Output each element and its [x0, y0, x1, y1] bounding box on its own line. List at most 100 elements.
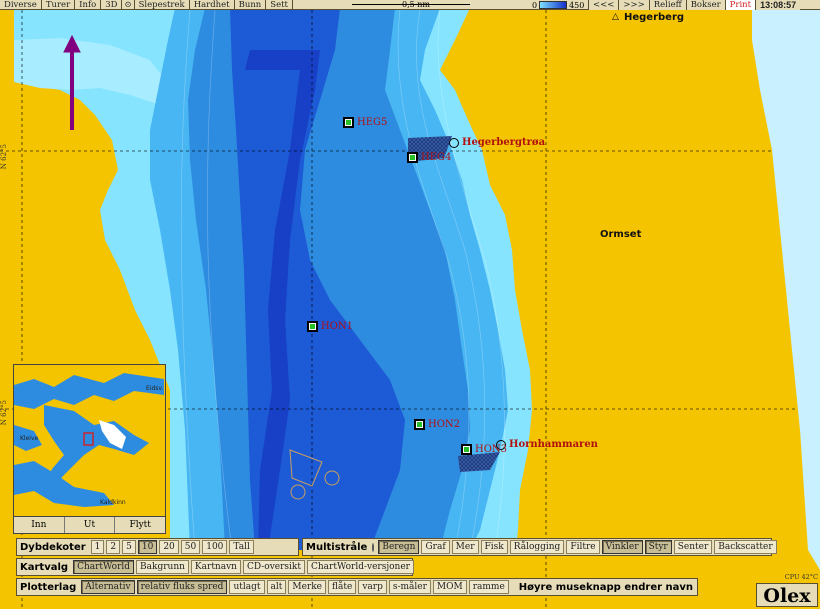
multi-fisk-button[interactable]: Fisk — [480, 540, 508, 554]
menu-3d[interactable]: 3D — [101, 0, 123, 10]
cpu-temp: CPU 42°C — [784, 573, 818, 581]
multi-beregn-button[interactable]: Beregn — [378, 540, 420, 554]
dybde-option-tall[interactable]: Tall — [229, 540, 254, 554]
dybdekoter-title: Dybdekoter — [20, 541, 86, 553]
anchor-ring-icon — [449, 137, 459, 148]
menu-hardhet[interactable]: Hardhet — [190, 0, 235, 10]
plot-flaate-button[interactable]: flåte — [328, 580, 357, 594]
menu-diverse[interactable]: Diverse — [0, 0, 42, 10]
panel-plotterlag: Plotterlag Alternativ relativ fluks spre… — [16, 578, 698, 596]
kart-chartworld-versjoner-button[interactable]: ChartWorld-versjoner — [307, 560, 414, 574]
multistraale-status-icon — [372, 542, 375, 552]
kart-bakgrunn-button[interactable]: Bakgrunn — [136, 560, 189, 574]
top-right-toolbar: <<< >>> Relieff Bokser Print 13:08:57 — [588, 0, 801, 10]
multi-vinkler-button[interactable]: Vinkler — [601, 540, 643, 554]
poi-label: Hegerbergtrøa — [462, 137, 546, 148]
station-label: HON2 — [428, 419, 461, 430]
dybde-option-2[interactable]: 2 — [106, 540, 121, 554]
lat-label-lower: N 62°5 — [0, 400, 8, 426]
nav-forward-button[interactable]: >>> — [619, 0, 650, 10]
station-heg5[interactable]: HEG5 — [343, 117, 387, 128]
nav-back-button[interactable]: <<< — [588, 0, 620, 10]
station-label: HEG4 — [421, 152, 452, 163]
panel-kartvalg: Kartvalg ChartWorld Bakgrunn Kartnavn CD… — [16, 558, 414, 576]
clock: 13:08:57 — [760, 0, 797, 10]
panel-dybdekoter: Dybdekoter 1 2 5 10 20 50 100 Tall — [16, 538, 299, 556]
plotterlag-title: Plotterlag — [20, 581, 77, 593]
kart-kartnavn-button[interactable]: Kartnavn — [190, 560, 241, 574]
multi-mer-button[interactable]: Mer — [451, 540, 479, 554]
multistraale-title: Multistråle — [306, 541, 368, 553]
multi-styr-button[interactable]: Styr — [644, 540, 672, 554]
station-hon1[interactable]: HON1 — [307, 321, 353, 332]
multi-filtre-button[interactable]: Filtre — [566, 540, 600, 554]
plot-utlagt-button[interactable]: utlagt — [229, 580, 265, 594]
inset-controls: Inn Ut Flytt — [14, 516, 165, 533]
plot-relativ-fluks-button[interactable]: relativ fluks spred — [136, 580, 228, 594]
place-ormset: Ormset — [600, 229, 642, 240]
menu-bunn[interactable]: Bunn — [235, 0, 267, 10]
move-button[interactable]: Flytt — [115, 517, 165, 533]
station-hon2[interactable]: HON2 — [414, 419, 460, 430]
menu-turer[interactable]: Turer — [42, 0, 76, 10]
plot-ramme-button[interactable]: ramme — [468, 580, 509, 594]
multi-raalogging-button[interactable]: Rålogging — [509, 540, 565, 554]
bokser-button[interactable]: Bokser — [687, 0, 726, 10]
station-hon3[interactable]: HON3 — [461, 444, 507, 455]
dybde-option-20[interactable]: 20 — [159, 540, 179, 554]
inset-label-west: Kleive — [20, 435, 39, 442]
plot-varp-button[interactable]: varp — [358, 580, 387, 594]
multi-backscatter-button[interactable]: Backscatter — [714, 540, 777, 554]
depth-max: 450 — [569, 0, 585, 10]
zoom-out-button[interactable]: Ut — [65, 517, 116, 533]
dybde-option-1[interactable]: 1 — [90, 540, 105, 554]
station-label: HEG5 — [357, 117, 388, 128]
menu-info[interactable]: Info — [75, 0, 102, 10]
station-marker-icon — [307, 321, 318, 332]
triangle-icon: △ — [612, 12, 619, 22]
scale-label: 0,5 nm — [402, 0, 431, 9]
plot-alt-button[interactable]: alt — [266, 580, 287, 594]
target-icon[interactable]: ⊙ — [122, 0, 135, 10]
print-button[interactable]: Print — [725, 0, 757, 10]
inset-label-south: Kaldkinn — [100, 499, 126, 506]
depth-gradient — [539, 1, 568, 9]
zoom-in-button[interactable]: Inn — [14, 517, 65, 533]
plot-mom-button[interactable]: MOM — [432, 580, 467, 594]
relieff-button[interactable]: Relieff — [650, 0, 687, 10]
station-marker-icon — [414, 419, 425, 430]
multi-senter-button[interactable]: Senter — [673, 540, 713, 554]
kartvalg-title: Kartvalg — [20, 561, 69, 573]
kart-chartworld-button[interactable]: ChartWorld — [73, 560, 135, 574]
olex-logo: Olex — [756, 583, 818, 607]
dybde-option-50[interactable]: 50 — [180, 540, 201, 554]
plot-alternativ-button[interactable]: Alternativ — [81, 580, 135, 594]
rename-hint: Høyre museknapp endrer navn — [518, 581, 694, 593]
dybde-option-5[interactable]: 5 — [122, 540, 136, 554]
poi-hornhammaren[interactable]: Hornhammaren — [496, 439, 598, 450]
station-label: HON3 — [475, 444, 508, 455]
place-hegerberg: Hegerberg — [624, 12, 685, 23]
depth-min: 0 — [532, 0, 538, 10]
dybde-option-100[interactable]: 100 — [202, 540, 228, 554]
station-marker-icon — [461, 444, 472, 455]
inset-label-east: Eidsv. — [146, 385, 164, 392]
panel-multistraale: Multistråle Beregn Graf Mer Fisk Råloggi… — [302, 538, 777, 556]
station-label: HON1 — [321, 321, 354, 332]
poi-hegerbergtroa[interactable]: Hegerbergtrøa — [449, 137, 545, 148]
station-heg4[interactable]: HEG4 — [407, 152, 451, 163]
scale-bar: 0,5 nm — [352, 0, 470, 10]
menu-sett[interactable]: Sett — [266, 0, 293, 10]
dybde-option-10[interactable]: 10 — [137, 540, 158, 554]
station-marker-icon — [343, 117, 354, 128]
kart-cd-oversikt-button[interactable]: CD-oversikt — [242, 560, 305, 574]
menu-slepestrek[interactable]: Slepestrek — [135, 0, 190, 10]
multi-graf-button[interactable]: Graf — [421, 540, 450, 554]
station-marker-icon — [407, 152, 418, 163]
plot-s-maaler-button[interactable]: s-måler — [388, 580, 431, 594]
depth-gauge[interactable]: 0 450 — [532, 0, 584, 10]
plot-merke-button[interactable]: Merke — [288, 580, 326, 594]
lat-label-upper: N 62°5 — [0, 144, 8, 170]
overview-inset[interactable]: Eidsv. Kleive Kaldkinn Inn Ut Flytt — [13, 364, 166, 534]
poi-label: Hornhammaren — [509, 439, 598, 450]
